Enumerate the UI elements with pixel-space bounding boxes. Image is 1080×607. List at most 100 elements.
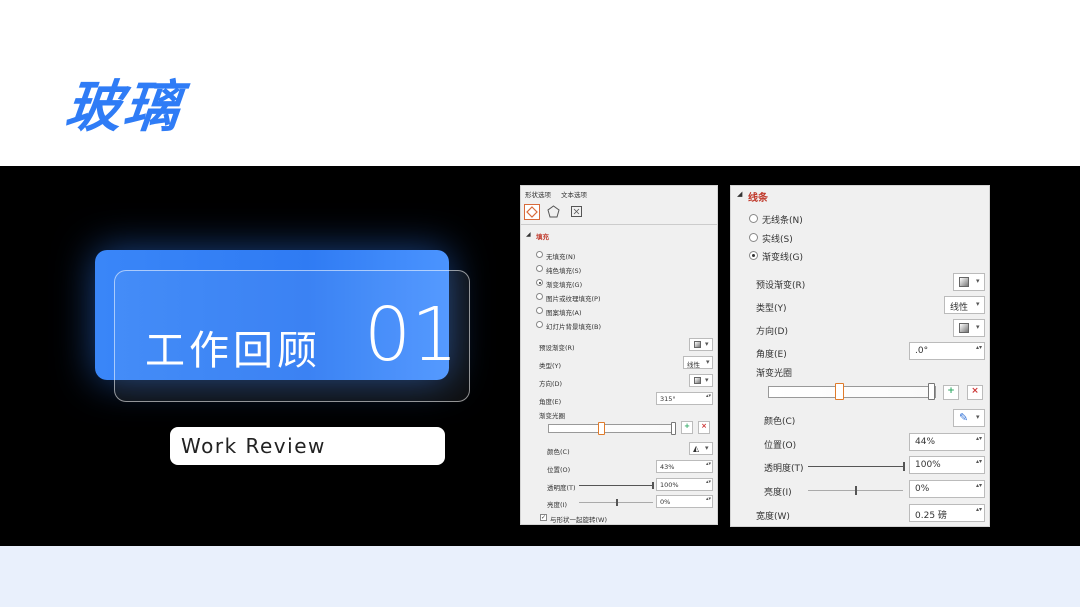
transparency-input[interactable]: 100% ▴▾ — [656, 478, 713, 491]
preset-label: 预设渐变(R) — [539, 344, 575, 352]
fill-option-label: 幻灯片背景填充(B) — [546, 323, 602, 331]
angle-input[interactable]: .0° ▴▾ — [909, 342, 985, 360]
position-label: 位置(O) — [764, 441, 797, 451]
footer-area — [0, 546, 1080, 607]
card-number: 01 — [364, 292, 459, 378]
format-panel-fill: 形状选项 文本选项 ◢ 填充 无填充(N) 纯色填充(S) 渐变填充(G) 图片… — [520, 185, 718, 525]
gradient-stop-handle[interactable] — [835, 383, 844, 400]
fill-option-radio[interactable] — [536, 265, 543, 272]
tab-divider — [521, 224, 717, 225]
preset-dropdown[interactable]: ▾ — [953, 273, 985, 291]
transparency-value: 100% — [915, 460, 941, 470]
type-dropdown[interactable]: 线性 ▾ — [944, 296, 985, 314]
fill-option-radio[interactable] — [536, 293, 543, 300]
fill-option-label: 渐变填充(G) — [546, 281, 583, 289]
fill-option-radio[interactable] — [536, 279, 543, 286]
transparency-label: 透明度(T) — [764, 464, 804, 474]
angle-label: 角度(E) — [539, 398, 562, 406]
transparency-slider[interactable] — [808, 466, 903, 467]
direction-label: 方向(D) — [539, 380, 563, 388]
brightness-input[interactable]: 0% ▴▾ — [909, 480, 985, 498]
gradient-stop-handle[interactable] — [598, 422, 605, 435]
width-label: 宽度(W) — [756, 512, 790, 522]
format-panel-line: ◢ 线条 无线条(N) 实线(S) 渐变线(G) 预设渐变(R) ▾ 类型(Y)… — [730, 185, 990, 527]
add-stop-button[interactable]: + — [681, 421, 693, 434]
fill-option-radio[interactable] — [536, 251, 543, 258]
remove-stop-button[interactable]: × — [967, 385, 983, 400]
line-option-label: 无线条(N) — [762, 216, 803, 226]
direction-label: 方向(D) — [756, 327, 788, 337]
gradient-stops-label: 渐变光圈 — [756, 369, 793, 379]
angle-label: 角度(E) — [756, 350, 787, 360]
brightness-value: 0% — [915, 484, 930, 494]
page-title: 玻璃 — [62, 75, 185, 140]
direction-dropdown[interactable]: ▾ — [689, 374, 713, 387]
gradient-stops-label: 渐变光圈 — [539, 412, 565, 420]
type-label: 类型(Y) — [539, 362, 562, 370]
position-input[interactable]: 44% ▴▾ — [909, 433, 985, 451]
section-fill[interactable]: 填充 — [536, 231, 549, 241]
transparency-label: 透明度(T) — [547, 484, 576, 492]
gradient-stops-bar[interactable] — [768, 386, 936, 398]
preset-dropdown[interactable]: ▾ — [689, 338, 713, 351]
transparency-thumb[interactable] — [652, 482, 654, 489]
type-value: 线性 — [950, 303, 969, 313]
preset-label: 预设渐变(R) — [756, 281, 806, 291]
transparency-thumb[interactable] — [903, 462, 905, 471]
line-option-radio[interactable] — [749, 233, 758, 242]
fill-option-label: 无填充(N) — [546, 253, 576, 261]
fill-line-icon[interactable] — [524, 204, 540, 220]
brightness-value: 0% — [660, 498, 671, 506]
gradient-stops-bar[interactable] — [548, 424, 675, 433]
subtitle-pill: Work Review — [170, 427, 445, 465]
tab-shape-options[interactable]: 形状选项 — [525, 189, 551, 199]
fill-option-label: 纯色填充(S) — [546, 267, 582, 275]
direction-dropdown[interactable]: ▾ — [953, 319, 985, 337]
brightness-label: 亮度(I) — [764, 488, 792, 498]
card-title: 工作回顾 — [145, 328, 321, 374]
effects-icon[interactable] — [547, 205, 560, 220]
rotate-checkbox[interactable]: ✓ — [540, 514, 547, 521]
pen-icon: ✎ — [959, 411, 969, 424]
line-option-radio[interactable] — [749, 214, 758, 223]
fill-option-radio[interactable] — [536, 321, 543, 328]
gradient-stop-handle[interactable] — [928, 383, 935, 400]
fill-option-radio[interactable] — [536, 307, 543, 314]
section-line[interactable]: 线条 — [748, 189, 768, 204]
tab-text-options[interactable]: 文本选项 — [561, 189, 587, 199]
size-properties-icon[interactable] — [570, 205, 583, 220]
angle-value: .0° — [915, 346, 929, 356]
position-value: 43% — [660, 463, 675, 471]
remove-stop-button[interactable]: × — [698, 421, 710, 434]
angle-value: 315° — [660, 395, 676, 403]
collapse-arrow-icon[interactable]: ◢ — [526, 231, 531, 238]
transparency-slider[interactable] — [579, 485, 653, 486]
gradient-stop-handle[interactable] — [671, 422, 676, 435]
position-value: 44% — [915, 437, 936, 447]
paint-bucket-icon: ◭ — [693, 444, 700, 453]
transparency-input[interactable]: 100% ▴▾ — [909, 456, 985, 474]
angle-input[interactable]: 315° ▴▾ — [656, 392, 713, 405]
line-option-label: 实线(S) — [762, 235, 793, 245]
line-option-radio[interactable] — [749, 251, 758, 260]
brightness-input[interactable]: 0% ▴▾ — [656, 495, 713, 508]
add-stop-button[interactable]: + — [943, 385, 959, 400]
brightness-thumb[interactable] — [855, 486, 857, 495]
color-label: 颜色(C) — [547, 448, 570, 456]
collapse-arrow-icon[interactable]: ◢ — [737, 190, 742, 198]
type-dropdown[interactable]: 线性 ▾ — [683, 356, 713, 369]
line-option-label: 渐变线(G) — [762, 253, 803, 263]
brightness-label: 亮度(I) — [547, 501, 567, 509]
type-value: 线性 — [687, 361, 700, 369]
fill-option-label: 图片或纹理填充(P) — [546, 295, 601, 303]
width-input[interactable]: 0.25 磅 ▴▾ — [909, 504, 985, 522]
position-input[interactable]: 43% ▴▾ — [656, 460, 713, 473]
width-value: 0.25 磅 — [915, 511, 947, 521]
color-label: 颜色(C) — [764, 417, 796, 427]
rotate-label: 与形状一起旋转(W) — [550, 516, 607, 524]
position-label: 位置(O) — [547, 466, 571, 474]
transparency-value: 100% — [660, 481, 679, 489]
color-picker[interactable]: ◭ ▾ — [689, 442, 713, 455]
brightness-thumb[interactable] — [616, 499, 618, 506]
color-picker[interactable]: ✎ ▾ — [953, 409, 985, 427]
